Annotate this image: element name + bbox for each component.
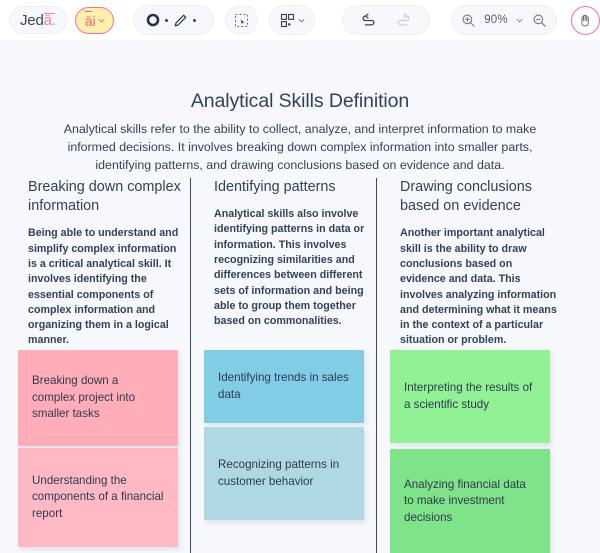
zoom-level-label[interactable]: 90% <box>484 14 508 26</box>
chevron-down-icon <box>98 17 105 24</box>
select-marquee-cursor-icon <box>234 13 249 28</box>
column-breaking-down: Breaking down complex information Being … <box>28 178 183 349</box>
app-toolbar: Jed ā. āi 90% <box>0 0 600 40</box>
slide-title: Analytical Skills Definition <box>190 90 410 112</box>
history-group <box>341 5 430 35</box>
column-body: Being able to understand and simplify co… <box>28 227 179 347</box>
card-text: Breaking down a complex project into sma… <box>32 374 136 421</box>
example-card[interactable]: Recognizing patterns in customer behavio… <box>204 427 364 520</box>
zoom-in-icon[interactable] <box>461 13 476 28</box>
app-logo[interactable]: Jed ā. <box>9 6 67 34</box>
slide-canvas[interactable]: Analytical Skills Definition Analytical … <box>0 40 600 553</box>
card-text: Recognizing patterns in customer behavio… <box>218 458 340 488</box>
logo-text-prefix: Jed <box>20 11 44 29</box>
column-divider-1 <box>190 178 192 553</box>
pencil-icon[interactable] <box>173 13 188 28</box>
column-body: Another important analytical skill is th… <box>400 227 557 347</box>
card-text: Identifying trends in sales data <box>218 371 349 401</box>
card-text: Understanding the components of a financ… <box>32 473 164 520</box>
card-text: Analyzing financial data to make investm… <box>404 477 526 524</box>
column-identifying-patterns: Identifying patterns Analytical skills a… <box>214 178 366 330</box>
column-body: Analytical skills also involve identifyi… <box>214 208 365 328</box>
slide-description: Analytical skills refer to the ability t… <box>63 122 537 173</box>
draw-tools-group <box>132 5 215 35</box>
chevron-down-icon[interactable] <box>516 17 523 24</box>
hand-pan-icon <box>578 13 593 28</box>
example-card[interactable]: Interpreting the results of a scientific… <box>390 350 550 443</box>
column-heading: Identifying patterns <box>214 179 336 195</box>
grid-layout-icon <box>280 13 295 28</box>
example-card[interactable]: Analyzing financial data to make investm… <box>390 449 550 553</box>
example-card[interactable]: Identifying trends in sales data <box>204 350 364 423</box>
example-card[interactable]: Breaking down a complex project into sma… <box>18 350 178 446</box>
zoom-group: 90% <box>450 5 558 35</box>
column-divider-2 <box>376 178 378 553</box>
pan-hand-tool-button[interactable] <box>571 5 600 35</box>
zoom-out-icon[interactable] <box>532 13 547 28</box>
select-tool-button[interactable] <box>225 5 259 35</box>
undo-arrow-icon[interactable] <box>360 12 377 29</box>
shape-color-dot[interactable] <box>164 18 168 22</box>
ai-assistant-button[interactable]: āi <box>74 6 114 34</box>
ai-button-label: āi <box>84 11 96 29</box>
redo-arrow-icon <box>395 12 412 29</box>
column-drawing-conclusions: Drawing conclusions based on evidence An… <box>400 178 560 349</box>
templates-button[interactable] <box>269 5 315 35</box>
card-text: Interpreting the results of a scientific… <box>404 381 533 411</box>
pen-color-dot[interactable] <box>192 18 196 22</box>
circle-shape-icon[interactable] <box>146 13 160 27</box>
chevron-down-icon <box>298 17 305 24</box>
column-heading: Breaking down complex information <box>28 179 181 215</box>
logo-text-suffix: ā. <box>43 11 56 29</box>
example-card[interactable]: Understanding the components of a financ… <box>18 448 178 547</box>
column-heading: Drawing conclusions based on evidence <box>400 179 532 215</box>
